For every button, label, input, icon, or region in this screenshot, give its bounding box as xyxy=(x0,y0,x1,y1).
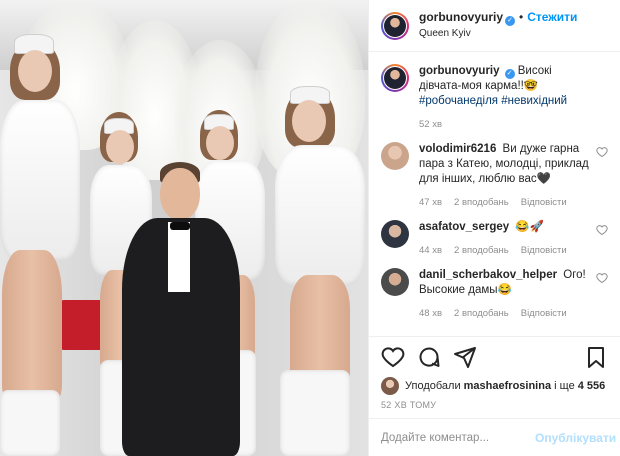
comment-icon[interactable] xyxy=(417,345,441,369)
heart-icon[interactable] xyxy=(381,345,405,369)
liker-avatar[interactable] xyxy=(381,377,399,395)
action-bar xyxy=(369,336,620,376)
liker-username[interactable]: mashaefrosinina xyxy=(464,380,551,392)
comment-time: 44 хв xyxy=(419,245,443,256)
comment-item: volodimir6216 Ви дуже гарна пара з Катею… xyxy=(381,142,608,210)
share-icon[interactable] xyxy=(453,345,477,369)
reply-button[interactable]: Відповісти xyxy=(521,243,567,258)
add-comment-bar: Опублікувати xyxy=(369,418,620,456)
comment-item: danil_scherbakov_helper Ого! Высокие дам… xyxy=(381,268,608,321)
likes-summary: Уподобали mashaefrosinina і ще 4 556 xyxy=(369,376,620,396)
reply-button[interactable]: Відповісти xyxy=(521,195,567,210)
comment-username[interactable]: danil_scherbakov_helper xyxy=(419,269,557,281)
caption: gorbunovyuriy ✓ Високі дівчата-моя карма!… xyxy=(381,64,608,132)
comment-likes[interactable]: 2 вподобань xyxy=(454,306,509,321)
comment-time: 48 хв xyxy=(419,308,443,319)
likes-mid: і ще xyxy=(554,380,575,392)
comment-time: 47 хв xyxy=(419,197,443,208)
comment-input[interactable] xyxy=(381,431,535,444)
commenter-avatar[interactable] xyxy=(381,142,409,170)
publish-button[interactable]: Опублікувати xyxy=(535,431,616,445)
caption-emoji: 🤓 xyxy=(523,80,539,92)
comment-item: asafatov_sergey 😂🚀 44 хв 2 вподобань Від… xyxy=(381,220,608,258)
verified-icon: ✓ xyxy=(505,16,516,26)
commenter-avatar[interactable] xyxy=(381,220,409,248)
bookmark-icon[interactable] xyxy=(584,345,608,369)
reply-button[interactable]: Відповісти xyxy=(521,306,567,321)
likes-count[interactable]: 4 556 xyxy=(578,380,606,392)
post-time-ago[interactable]: 52 хв тому xyxy=(369,396,620,418)
heart-icon[interactable] xyxy=(596,146,608,158)
verified-icon: ✓ xyxy=(504,69,515,79)
hashtag[interactable]: #робочанеділя xyxy=(419,95,498,107)
heart-icon[interactable] xyxy=(596,272,608,284)
header-meta: gorbunovyuriy ✓ • Стежити Queen Kyiv xyxy=(419,10,577,41)
caption-time: 52 хв xyxy=(419,119,443,130)
caption-username[interactable]: gorbunovyuriy xyxy=(419,65,500,77)
likes-prefix: Уподобали xyxy=(405,380,461,392)
comment-username[interactable]: asafatov_sergey xyxy=(419,221,509,233)
post-location[interactable]: Queen Kyiv xyxy=(419,26,577,41)
comment-likes[interactable]: 2 вподобань xyxy=(454,195,509,210)
hashtag[interactable]: #невихідний xyxy=(501,95,567,107)
follow-button[interactable]: Стежити xyxy=(527,10,577,24)
comments-list[interactable]: gorbunovyuriy ✓ Високі дівчата-моя карма!… xyxy=(369,52,620,336)
comment-likes[interactable]: 2 вподобань xyxy=(454,243,509,258)
post-photo[interactable] xyxy=(0,0,368,456)
comment-username[interactable]: volodimir6216 xyxy=(419,143,496,155)
commenter-avatar[interactable] xyxy=(381,268,409,296)
post-side-panel: gorbunovyuriy ✓ • Стежити Queen Kyiv gorbun… xyxy=(368,0,620,456)
heart-icon[interactable] xyxy=(596,224,608,236)
author-username[interactable]: gorbunovyuriy xyxy=(419,10,503,24)
comment-text: 😂🚀 xyxy=(515,221,544,233)
separator-dot: • xyxy=(519,10,524,24)
author-avatar[interactable] xyxy=(381,11,409,40)
post-header: gorbunovyuriy ✓ • Стежити Queen Kyiv xyxy=(369,0,620,52)
author-avatar[interactable] xyxy=(381,64,409,92)
instagram-post: gorbunovyuriy ✓ • Стежити Queen Kyiv gorbun… xyxy=(0,0,620,456)
